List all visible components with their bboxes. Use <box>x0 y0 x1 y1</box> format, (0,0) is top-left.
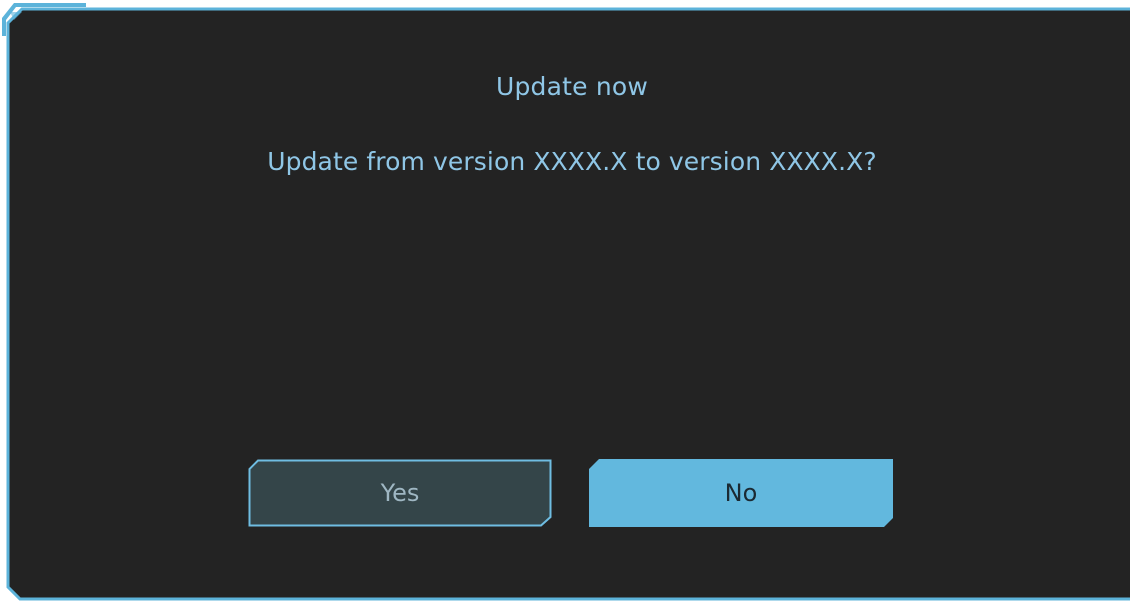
dialog-message: Update from version XXXX.X to version XX… <box>267 147 877 176</box>
yes-button-label: Yes <box>380 479 420 507</box>
update-dialog-screen: Update now Update from version XXXX.X to… <box>0 0 1130 601</box>
no-button[interactable]: No <box>589 459 893 527</box>
yes-button[interactable]: Yes <box>248 459 552 527</box>
no-button-label: No <box>724 479 758 507</box>
dialog-title: Update now <box>495 72 649 101</box>
